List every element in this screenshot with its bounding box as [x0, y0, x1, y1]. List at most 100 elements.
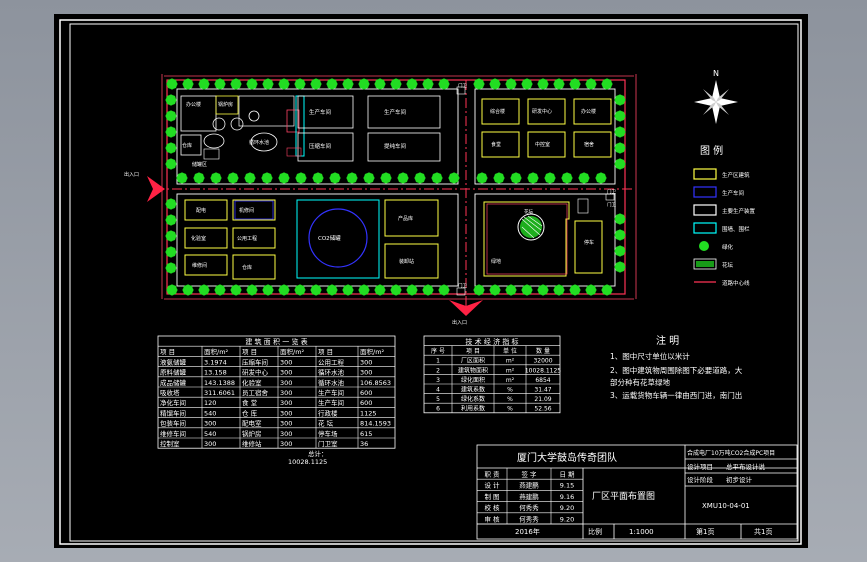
table-header: 面积/m² — [204, 347, 229, 356]
tree-icon — [397, 172, 409, 184]
table-cell: 300 — [280, 369, 292, 377]
tree-icon — [553, 78, 565, 90]
tree-icon — [431, 172, 443, 184]
tree-icon — [390, 78, 402, 90]
tree-icon — [614, 245, 626, 257]
tree-icon — [165, 158, 177, 170]
building-label: 压缩车间 — [309, 142, 331, 150]
tree-icon — [165, 246, 177, 258]
tree-icon — [390, 284, 402, 296]
tree-icon — [614, 229, 626, 241]
tree-icon — [294, 284, 306, 296]
tree-icon — [614, 261, 626, 273]
notes: 注 明 1、图中尺寸单位以米计 2、图中建筑物周围除图下必要道路，大 部分种有花… — [610, 334, 743, 400]
table-cell: 615 — [360, 430, 372, 438]
tree-icon — [406, 284, 418, 296]
tree-icon — [476, 172, 488, 184]
tree-icon — [244, 172, 256, 184]
building-label: 生产车间 — [309, 108, 331, 116]
scale-label: 比例 — [588, 527, 602, 536]
legend-item: 围墙、围栏 — [693, 222, 750, 234]
table-cell: 600 — [360, 389, 372, 397]
tree-icon — [210, 172, 222, 184]
table-cell: 研发中心 — [242, 368, 269, 377]
tree-icon — [326, 78, 338, 90]
table-header: 项 目 — [160, 348, 175, 356]
tree-icon — [614, 158, 626, 170]
title-block-text: 厦门大学鼓岛传奇团队 合成电厂10万吨CO2合成PC项目 设计项目 总平布设计说… — [515, 449, 775, 536]
table-cell: 300 — [204, 440, 216, 448]
tree-icon — [358, 78, 370, 90]
table-cell: 1 — [436, 358, 440, 365]
notes-title: 注 明 — [656, 334, 679, 347]
table-cell: 门卫室 — [318, 439, 338, 448]
table-cell: 540 — [204, 409, 216, 417]
table-cell: 维修站 — [242, 439, 262, 448]
tree-icon — [363, 172, 375, 184]
block-top-right — [481, 98, 612, 158]
signature-cell: 9.15 — [560, 482, 574, 490]
tree-icon — [310, 284, 322, 296]
signature-header: 职 责 — [484, 470, 500, 479]
building-label: 绿地 — [491, 258, 501, 265]
legend-item: 道路中心线 — [694, 279, 750, 287]
table-cell: 106.8563 — [360, 379, 391, 387]
table-title: 建 筑 面 积 一 览 表 — [245, 337, 307, 346]
table-cell: 300 — [280, 409, 292, 417]
table-header: 项 目 — [242, 348, 257, 356]
block-top-right-labels: 综合楼 研发中心 办公楼 食堂 中控室 宿舍 — [490, 108, 596, 148]
table-cell: 300 — [280, 389, 292, 397]
tech-indicator-table: 技 术 经 济 指 标序 号 项 目 单 位 数 量 1 厂区面积 m² 32000 2 建筑物面… — [423, 335, 561, 414]
total-sheets-label: 共1页 — [754, 527, 772, 536]
tree-icon — [537, 284, 549, 296]
table-cell: 成品储罐 — [160, 378, 187, 387]
tree-icon — [505, 284, 517, 296]
sheet-label: 第1页 — [696, 527, 714, 536]
legend-item: 花坛 — [693, 258, 734, 270]
tree-icon — [614, 126, 626, 138]
tree-icon — [553, 284, 565, 296]
table-total-value: 10028.1125 — [288, 458, 327, 466]
building-label: 生产车间 — [384, 108, 406, 116]
north-label: N — [713, 69, 719, 78]
legend-swatch — [693, 186, 717, 198]
signature-cell: 燕建鹏 — [519, 481, 539, 490]
tree-icon — [198, 284, 210, 296]
table-cell: 2 — [436, 367, 440, 374]
scale-value: 1:1000 — [629, 528, 654, 536]
tree-icon — [569, 284, 581, 296]
legend-label: 生产车间 — [722, 189, 744, 197]
block-top-left: 办公楼 锅炉房 循环水池 仓库 储罐区 生产车间 压缩车间 生产车间 提纯车间 — [180, 95, 441, 168]
tree-icon — [261, 172, 273, 184]
table-cell: 循环水池 — [318, 368, 345, 377]
drawing-viewport[interactable]: 办公楼 锅炉房 循环水池 仓库 储罐区 生产车间 压缩车间 生产车间 提纯车间 — [54, 14, 808, 548]
building-label: 综合楼 — [490, 108, 505, 115]
table-cell: 化验室 — [242, 378, 262, 387]
tree-icon — [585, 78, 597, 90]
tree-icon — [473, 78, 485, 90]
table-cell: 13.158 — [204, 369, 227, 377]
tree-icon — [374, 78, 386, 90]
tree-icon — [448, 172, 460, 184]
tree-icon — [165, 142, 177, 154]
legend-label: 生产区建筑 — [722, 171, 750, 179]
table-cell: 建筑系数 — [461, 386, 485, 394]
table-header: 面积/m² — [360, 347, 385, 356]
signature-cell: 9.20 — [560, 515, 574, 523]
tree-icon — [262, 284, 274, 296]
building-label: 机修间 — [239, 207, 254, 214]
table-cell: 控制室 — [160, 439, 180, 448]
table-cell: 52.56 — [534, 406, 551, 413]
table-header: 面积/m² — [280, 347, 305, 356]
table-cell: 300 — [280, 399, 292, 407]
table-cell: 建筑物面积 — [458, 366, 488, 374]
table-title: 技 术 经 济 指 标 — [465, 337, 518, 346]
building-label: 仓库 — [242, 264, 252, 271]
note-line: 1、图中尺寸单位以米计 — [610, 351, 690, 361]
signature-cell: 何秀秀 — [519, 503, 539, 512]
building-label: 食堂 — [491, 141, 501, 148]
legend-swatch — [693, 168, 717, 180]
table-cell: 120 — [204, 399, 216, 407]
table-cell: 300 — [360, 358, 372, 366]
table-header: 数 量 — [536, 347, 550, 355]
